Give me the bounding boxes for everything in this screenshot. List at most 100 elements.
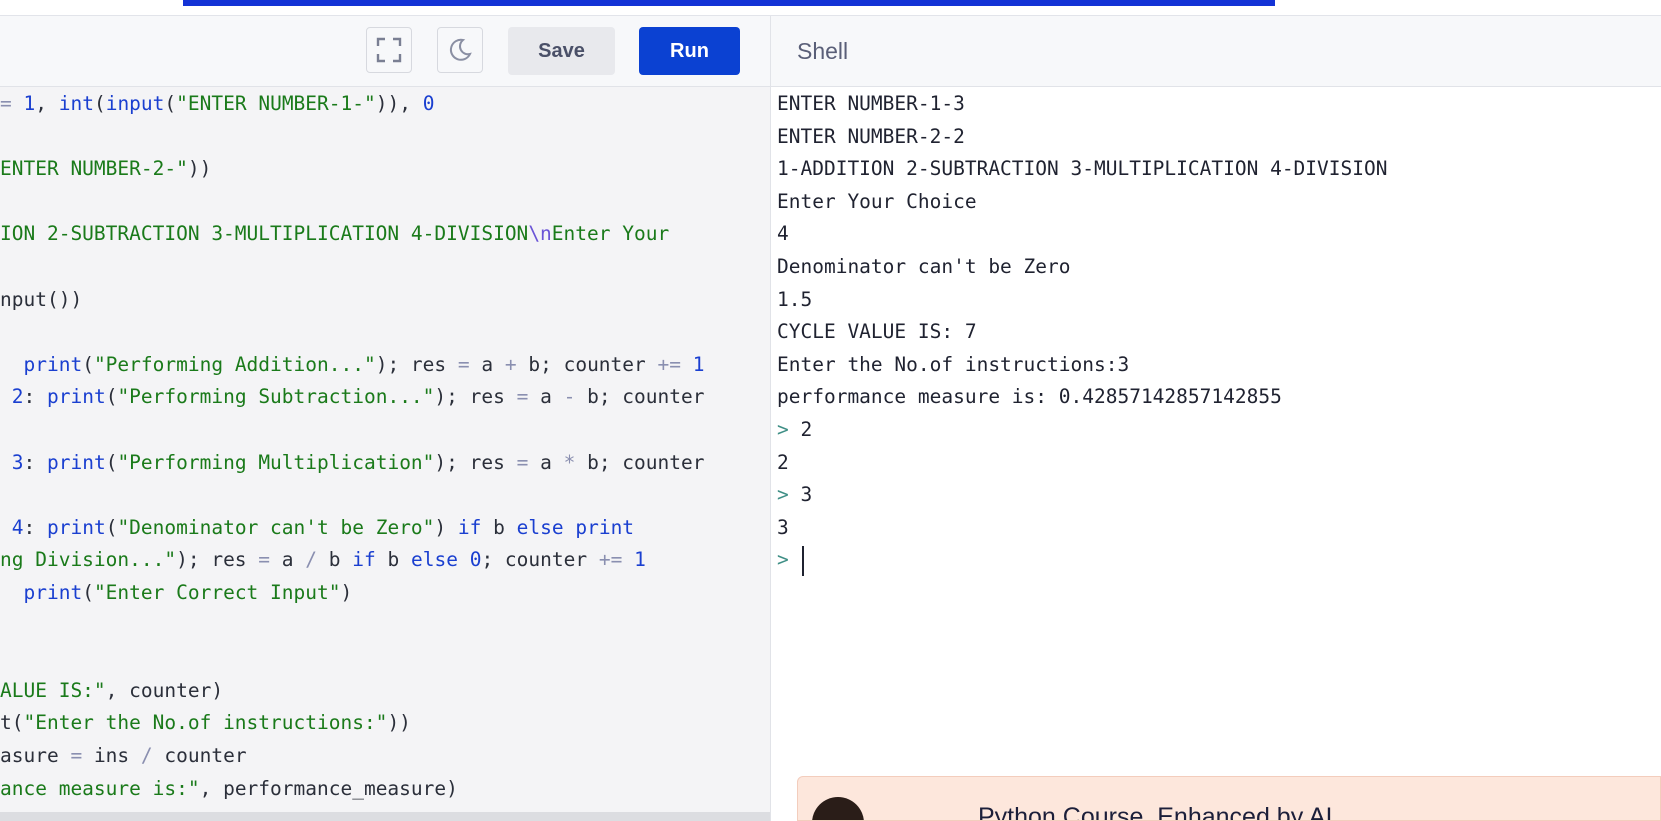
code-token: 1 bbox=[692, 352, 705, 376]
code-token: counter bbox=[152, 744, 247, 767]
shell-text: CYCLE VALUE IS: 7 bbox=[777, 320, 977, 344]
shell-line: Enter the No.of instructions:3 bbox=[777, 348, 1129, 381]
code-token: ins bbox=[82, 744, 141, 767]
shell-text: ENTER NUMBER-1-3 bbox=[777, 92, 965, 115]
code-token: , performance_measure) bbox=[199, 776, 458, 800]
code-token: / bbox=[140, 744, 153, 767]
code-token: t( bbox=[0, 711, 24, 735]
code-token: , bbox=[35, 92, 59, 115]
shell-prompt: > bbox=[777, 483, 801, 507]
code-token: / bbox=[305, 548, 318, 572]
code-token: 1 bbox=[634, 548, 646, 572]
save-button[interactable]: Save bbox=[508, 27, 615, 75]
code-line: = 1, int(input("ENTER NUMBER-1-")), 0 bbox=[0, 87, 434, 120]
code-token: print bbox=[23, 352, 83, 376]
code-token: a bbox=[528, 450, 564, 474]
code-line: print("Performing Addition..."); res = a… bbox=[0, 348, 705, 381]
shell-title: Shell bbox=[797, 38, 849, 64]
code-line: ION 2-SUBTRACTION 3-MULTIPLICATION 4-DIV… bbox=[0, 217, 669, 250]
shell-prompt: > bbox=[777, 418, 801, 441]
code-token: "Denominator can't be Zero" bbox=[117, 515, 435, 539]
code-token: input bbox=[105, 92, 165, 115]
code-line: ALUE IS:", counter) bbox=[0, 674, 223, 707]
code-token: asure bbox=[0, 744, 71, 767]
shell-text: Enter Your Choice bbox=[777, 189, 977, 213]
code-token: + bbox=[504, 352, 517, 376]
code-token: b; counter bbox=[575, 385, 705, 409]
shell-text: 1.5 bbox=[777, 287, 813, 311]
run-button[interactable]: Run bbox=[639, 27, 740, 75]
code-line: ance measure is:", performance_measure) bbox=[0, 772, 458, 805]
shell-line: Denominator can't be Zero bbox=[777, 250, 1071, 283]
code-token: a bbox=[469, 352, 505, 376]
code-token: ( bbox=[82, 352, 94, 376]
shell-text: 3 bbox=[800, 483, 813, 507]
code-token: b bbox=[375, 548, 411, 572]
theme-toggle-button[interactable] bbox=[437, 27, 483, 73]
code-token: "Performing Addition..." bbox=[93, 352, 376, 376]
ad-text: Python Course, Enhanced by AI bbox=[978, 803, 1333, 821]
course-ad-banner[interactable]: Python Course, Enhanced by AI bbox=[797, 776, 1661, 821]
shell-line: 3 bbox=[777, 511, 789, 544]
code-token: b; counter bbox=[575, 450, 705, 474]
code-token: - bbox=[563, 385, 576, 409]
code-token: print bbox=[23, 581, 83, 604]
code-token: += bbox=[657, 352, 681, 376]
code-token: ) bbox=[434, 515, 458, 539]
code-token: ; counter bbox=[481, 548, 599, 572]
code-token: ng Division..." bbox=[0, 548, 177, 572]
fullscreen-button[interactable] bbox=[366, 27, 412, 73]
code-token: "Performing Multiplication" bbox=[117, 450, 435, 474]
code-token: if bbox=[352, 548, 376, 572]
code-token: ); res bbox=[176, 548, 259, 572]
code-token: b; counter bbox=[516, 352, 658, 376]
fullscreen-icon bbox=[376, 37, 402, 63]
code-token: ( bbox=[105, 450, 118, 474]
code-token: 4 bbox=[11, 515, 24, 539]
code-token: ( bbox=[105, 515, 118, 539]
code-token: ( bbox=[105, 385, 118, 409]
code-token: ENTER NUMBER-2-" bbox=[0, 157, 188, 181]
shell-text: 3 bbox=[777, 515, 789, 539]
code-token: = bbox=[516, 450, 529, 474]
code-editor[interactable]: = 1, int(input("ENTER NUMBER-1-")), 0 ENT… bbox=[0, 87, 770, 812]
code-token: b bbox=[481, 515, 517, 539]
shell-cursor[interactable] bbox=[802, 545, 805, 576]
editor-horizontal-scrollbar[interactable] bbox=[0, 812, 770, 821]
shell-prompt: > bbox=[777, 548, 801, 572]
code-token: )) bbox=[387, 711, 411, 735]
code-line: asure = ins / counter bbox=[0, 739, 247, 772]
code-token: print bbox=[46, 515, 106, 539]
code-token: 1 bbox=[23, 92, 36, 115]
shell-header bbox=[771, 16, 1661, 87]
shell-line: 1-ADDITION 2-SUBTRACTION 3-MULTIPLICATIO… bbox=[777, 152, 1387, 185]
code-token: a bbox=[270, 548, 306, 572]
shell-text: 1-ADDITION 2-SUBTRACTION 3-MULTIPLICATIO… bbox=[777, 157, 1388, 181]
progress-bar bbox=[183, 0, 1275, 6]
code-token: 0 bbox=[469, 548, 482, 572]
code-line: print("Enter Correct Input") bbox=[0, 576, 352, 609]
shell-line: 2 bbox=[777, 446, 789, 479]
code-token: = bbox=[258, 548, 271, 572]
shell-line: Enter Your Choice bbox=[777, 185, 977, 218]
code-token: int bbox=[58, 92, 94, 115]
code-token: b bbox=[317, 548, 353, 572]
code-token: ( bbox=[82, 581, 94, 604]
code-token: print bbox=[46, 385, 106, 409]
shell-text: 2 bbox=[800, 418, 813, 441]
code-line: 2: print("Performing Subtraction..."); r… bbox=[0, 380, 705, 413]
code-token: = bbox=[457, 352, 470, 376]
code-token: "Performing Subtraction..." bbox=[117, 385, 435, 409]
code-line: 4: print("Denominator can't be Zero") if… bbox=[0, 511, 634, 544]
shell-line: performance measure is: 0.42857142857142… bbox=[777, 380, 1282, 413]
code-token: : bbox=[23, 515, 47, 539]
code-token: ); res bbox=[434, 385, 517, 409]
code-token: : bbox=[23, 385, 47, 409]
code-token: a bbox=[528, 385, 564, 409]
